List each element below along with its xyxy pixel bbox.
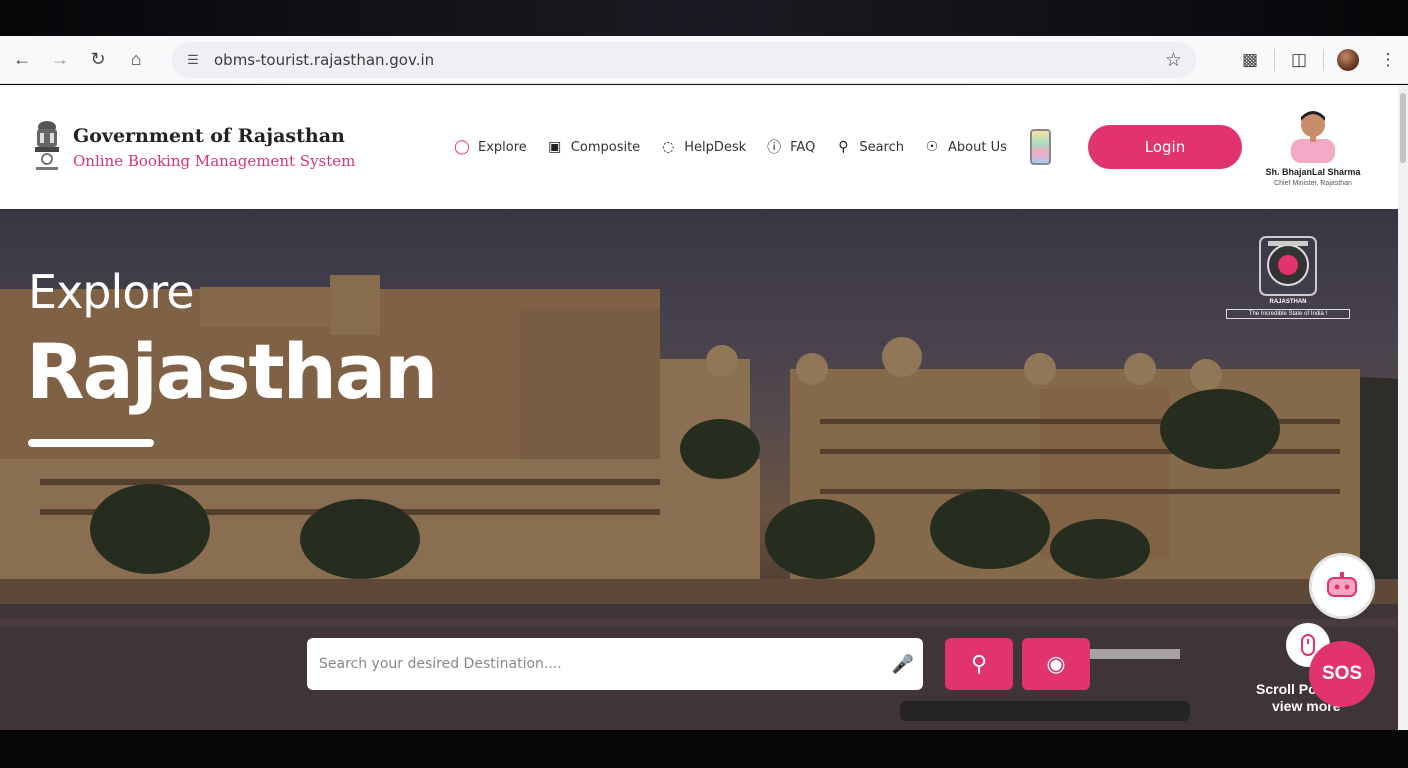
hero-title-line1: Explore: [28, 265, 195, 319]
org-subtitle: Online Booking Management System: [73, 152, 356, 170]
hero-title-line2: Rajasthan: [26, 327, 438, 416]
emblem-icon: [35, 121, 59, 170]
sos-button[interactable]: SOS: [1309, 641, 1375, 707]
login-button[interactable]: Login: [1088, 125, 1242, 169]
compass-icon: ◯: [454, 139, 470, 155]
nav-about-us[interactable]: ☉ About Us: [922, 137, 1007, 157]
tourism-logo-name: RAJASTHAN: [1269, 299, 1307, 305]
cast-icon[interactable]: ◫: [1279, 44, 1319, 76]
nav-label: HelpDesk: [684, 139, 747, 155]
search-icon: ⚲: [970, 651, 988, 676]
hero-banner: Explore Rajasthan RAJASTHAN The Incredib…: [0, 209, 1398, 730]
nav-label: Composite: [570, 139, 641, 155]
question-icon: ⓘ: [767, 140, 782, 156]
destination-search-box: 🎤: [307, 638, 923, 690]
tune-icon[interactable]: ☰: [182, 49, 204, 71]
info-icon: ☉: [925, 139, 939, 155]
profile-avatar[interactable]: [1328, 44, 1368, 76]
tourism-emblem-icon: [1259, 236, 1317, 296]
nav-composite[interactable]: ▣ Composite: [545, 137, 640, 157]
hero-underline: [28, 439, 154, 447]
chat-icon: ◌: [662, 139, 675, 155]
toolbar-divider: [1274, 49, 1275, 71]
forward-icon[interactable]: →: [44, 44, 76, 76]
scrollbar-thumb[interactable]: [1400, 93, 1406, 163]
tourism-logo-tagline: The Incredible State of India !: [1226, 309, 1350, 319]
reload-icon[interactable]: ↻: [82, 44, 114, 76]
bottom-frame: [0, 731, 1408, 768]
more-icon[interactable]: ⋮: [1368, 44, 1408, 76]
back-icon[interactable]: ←: [6, 44, 38, 76]
url-text[interactable]: obms-tourist.rajasthan.gov.in: [214, 51, 434, 69]
home-icon[interactable]: ⌂: [120, 44, 152, 76]
microphone-icon[interactable]: 🎤: [883, 644, 923, 684]
nav-faq[interactable]: ⓘ FAQ: [764, 137, 815, 157]
star-icon[interactable]: ☆: [1165, 49, 1182, 72]
chatbot-button[interactable]: [1309, 553, 1375, 619]
org-title: Government of Rajasthan: [73, 125, 345, 147]
main-nav: ◯ Explore ▣ Composite ◌ HelpDesk ⓘ FAQ ⚲…: [452, 137, 1025, 157]
location-pin-icon: ◉: [1046, 651, 1066, 676]
nav-label: Search: [859, 139, 904, 155]
nav-label: About Us: [948, 139, 1007, 155]
destination-search-input[interactable]: [319, 656, 883, 672]
page-scrollbar[interactable]: [1398, 85, 1408, 730]
toolbar-divider: [1323, 49, 1324, 71]
extensions-icon[interactable]: ▩: [1230, 44, 1270, 76]
mobile-app-icon[interactable]: [1030, 129, 1051, 165]
browser-actions: ▩ ◫ ⋮: [1230, 36, 1408, 84]
browser-toolbar: ← → ↻ ⌂ ☰ obms-tourist.rajasthan.gov.in …: [0, 36, 1408, 84]
nav-helpdesk[interactable]: ◌ HelpDesk: [658, 137, 746, 157]
chatbot-icon: [1327, 572, 1357, 597]
cm-name: Sh. BhajanLal Sharma: [1265, 167, 1361, 177]
nav-label: Explore: [478, 139, 527, 155]
location-button[interactable]: ◉: [1022, 638, 1090, 690]
rajasthan-tourism-logo: RAJASTHAN The Incredible State of India …: [1226, 233, 1350, 323]
address-bar[interactable]: ☰ obms-tourist.rajasthan.gov.in ☆: [172, 42, 1196, 78]
site-header: Government of Rajasthan Online Booking M…: [0, 85, 1398, 209]
cm-role: Chief Minister, Rajasthan: [1274, 180, 1352, 187]
search-button[interactable]: ⚲: [945, 638, 1013, 690]
nav-explore[interactable]: ◯ Explore: [452, 137, 527, 157]
briefcase-icon: ▣: [548, 139, 562, 155]
search-icon: ⚲: [838, 139, 849, 155]
nav-search[interactable]: ⚲ Search: [833, 137, 904, 157]
page: Government of Rajasthan Online Booking M…: [0, 85, 1398, 730]
nav-label: FAQ: [790, 139, 816, 155]
cm-photo: [1291, 111, 1335, 163]
